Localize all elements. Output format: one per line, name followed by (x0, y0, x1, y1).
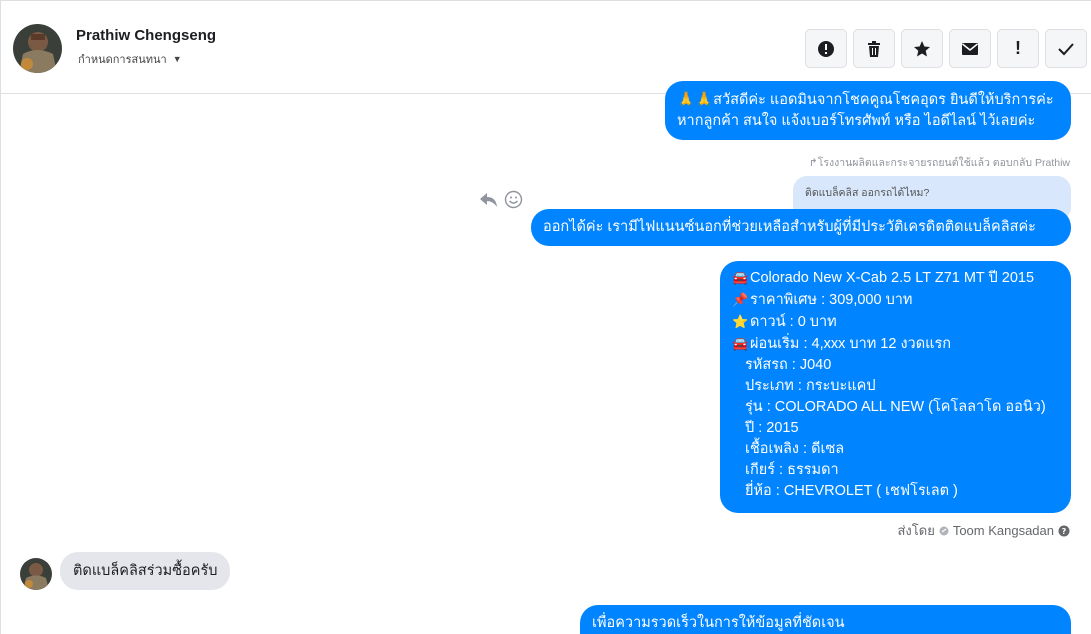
reply-note: ↱โรงงานผลิตและกระจายรถยนต์ใช้แล้ว ตอบกลั… (808, 157, 1070, 169)
car-model: รุ่น : COLORADO ALL NEW (โคโลลาโด ออนิว) (745, 399, 1046, 415)
star-emoji-icon: ⭐ (732, 314, 749, 329)
message-line: หากลูกค้า สนใจ แจ้งเบอร์โทรศัพท์ หรือ ไอ… (677, 113, 1036, 129)
incoming-message[interactable]: ติดแบล็คลิสร่วมซื้อครับ (60, 552, 231, 590)
car-code: รหัสรถ : J040 (745, 357, 832, 373)
outgoing-message-info[interactable]: เพื่อความรวดเร็วในการให้ข้อมูลที่ชัดเจน (580, 605, 1071, 634)
car-gear: เกียร์ : ธรรมดา (745, 462, 839, 478)
contact-avatar[interactable] (13, 24, 62, 73)
envelope-icon (962, 42, 978, 55)
car-detail-line: ⭐ ดาวน์ : 0 บาท (732, 311, 1059, 333)
car-installment: ผ่อนเริ่ม : 4,xxx บาท 12 งวดแรก (750, 336, 952, 352)
mark-done-button[interactable] (1045, 29, 1087, 68)
outgoing-message-finance[interactable]: ออกได้ค่ะ เรามีไฟแนนซ์นอกที่ช่วยเหลือสำห… (531, 209, 1071, 246)
car-icon: 🚘 (732, 270, 749, 285)
star-button[interactable] (901, 29, 943, 68)
sent-by-note: ส่งโดย Toom Kangsadan ? (897, 520, 1070, 541)
car-detail-line: 🚘 Colorado New X-Cab 2.5 LT Z71 MT ปี 201… (732, 267, 1059, 289)
mark-spam-button[interactable] (805, 29, 847, 68)
conversation-panel: Prathiw Chengseng กำหนดการสนทนา ▼ ! 🙏🙏สว… (0, 0, 1091, 634)
smiley-icon[interactable] (504, 190, 523, 209)
outgoing-message-greeting[interactable]: 🙏🙏สวัสดีค่ะ แอดมินจากโชคคูณโชคอุดร ยินดี… (665, 81, 1071, 140)
car-brand: ยี่ห้อ : CHEVROLET ( เชฟโรเลต ) (745, 483, 958, 499)
caret-down-icon: ▼ (172, 54, 182, 64)
outgoing-message-car-details[interactable]: 🚘 Colorado New X-Cab 2.5 LT Z71 MT ปี 201… (720, 261, 1071, 513)
sender-name[interactable]: Toom Kangsadan (953, 523, 1054, 538)
pin-icon: 📌 (732, 292, 749, 307)
check-icon (1058, 42, 1074, 55)
follow-up-button[interactable]: ! (997, 29, 1039, 68)
svg-text:?: ? (1062, 527, 1067, 536)
mark-unread-button[interactable] (949, 29, 991, 68)
message-line: 🙏🙏สวัสดีค่ะ แอดมินจากโชคคูณโชคอุดร ยินดี… (677, 92, 1054, 108)
car-title: Colorado New X-Cab 2.5 LT Z71 MT ปี 2015 (750, 270, 1035, 286)
car-down-payment: ดาวน์ : 0 บาท (750, 314, 837, 330)
conversation-label-dropdown[interactable]: กำหนดการสนทนา ▼ (78, 50, 182, 68)
contact-name[interactable]: Prathiw Chengseng (76, 27, 216, 44)
sent-by-label: ส่งโดย (897, 523, 935, 538)
trash-icon (868, 40, 880, 57)
car-year: ปี : 2015 (745, 420, 799, 436)
star-icon (914, 40, 930, 56)
car-detail-line: 📌 ราคาพิเศษ : 309,000 บาท (732, 289, 1059, 311)
message-actions (479, 190, 523, 209)
alert-circle-icon (818, 40, 834, 57)
exclamation-icon: ! (1015, 38, 1021, 58)
car-fuel: เชื้อเพลิง : ดีเซล (745, 441, 845, 457)
conversation-label-text: กำหนดการสนทนา (78, 54, 167, 66)
conversation-toolbar: ! (805, 29, 1087, 68)
reply-icon[interactable] (479, 190, 498, 209)
car-icon: 🚘 (732, 336, 749, 351)
car-type: ประเภท : กระบะแคป (745, 378, 876, 394)
car-detail-line: 🚘 ผ่อนเริ่ม : 4,xxx บาท 12 งวดแรก (732, 333, 1059, 355)
sender-badge-icon (939, 526, 949, 535)
delete-button[interactable] (853, 29, 895, 68)
contact-avatar-small[interactable] (20, 558, 52, 590)
help-icon[interactable]: ? (1058, 525, 1070, 537)
car-price: ราคาพิเศษ : 309,000 บาท (750, 292, 913, 308)
